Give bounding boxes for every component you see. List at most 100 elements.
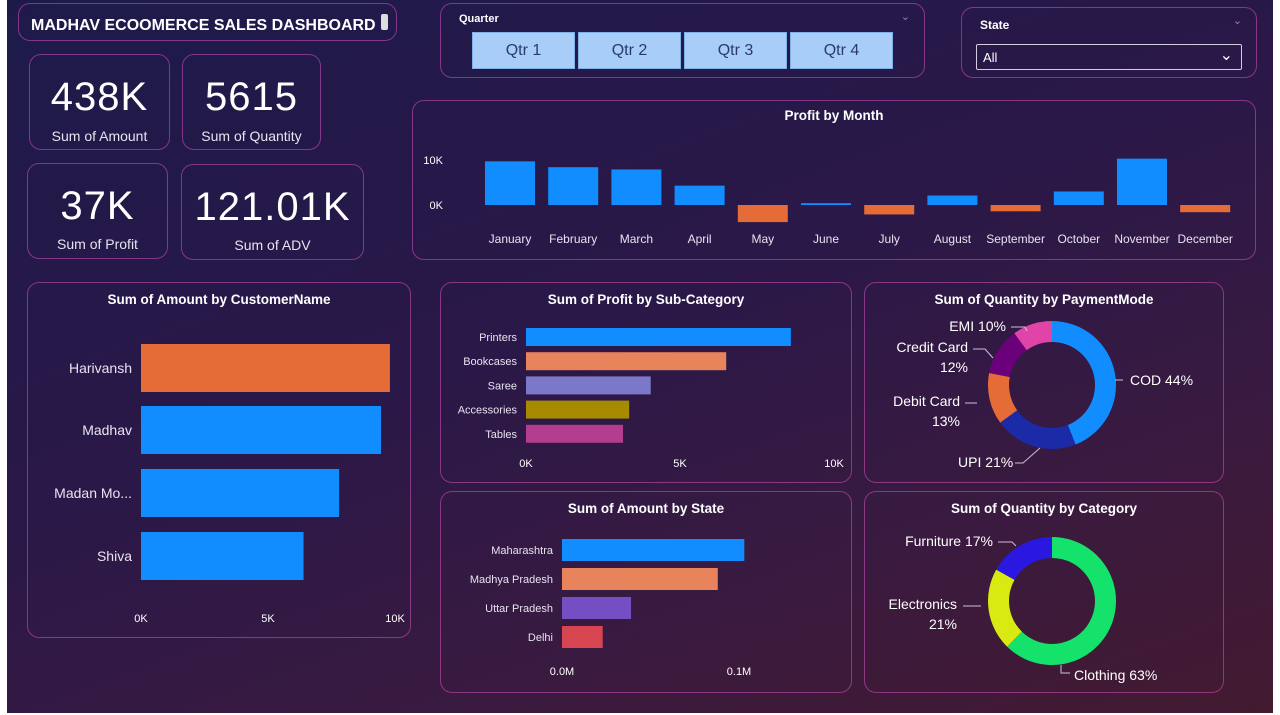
quarter-option-qtr3[interactable]: Qtr 3 — [684, 32, 787, 69]
x-tick-label: December — [1178, 232, 1233, 246]
category-label: Harivansh — [69, 360, 132, 376]
category-label: Accessories — [458, 405, 518, 417]
bar-state — [562, 539, 745, 561]
slice-label: Debit Card — [893, 393, 960, 409]
state-slicer: State ⌄ All ⌄ — [961, 7, 1257, 78]
x-tick-label: September — [986, 232, 1045, 246]
y-tick-label: 0K — [430, 200, 444, 212]
bar-state — [562, 597, 632, 619]
slice-label: 13% — [932, 413, 960, 429]
slice-label: Furniture 17% — [905, 533, 993, 549]
bar-january — [485, 161, 535, 205]
bar-customer — [141, 406, 382, 454]
slice-label: Electronics — [889, 596, 957, 612]
x-tick-label: 0K — [134, 613, 148, 625]
quantity-by-category-svg: Clothing 63% Electronics 21% Furniture 17% — [889, 533, 1158, 683]
category-label: Printers — [479, 332, 517, 344]
category-label: Tables — [485, 429, 517, 441]
kpi-value: 5615 — [205, 75, 298, 119]
chart-amount-by-state: Sum of Amount by State Maharashtra Madhya… — [440, 491, 852, 693]
bar-subcategory — [526, 376, 651, 395]
bar-august — [927, 195, 978, 205]
bar-july — [864, 205, 915, 215]
slice-furniture — [996, 537, 1052, 580]
bar-june — [801, 203, 851, 205]
slice-cod — [1052, 321, 1116, 445]
x-tick-label: March — [620, 232, 653, 246]
dashboard-canvas: MADHAV ECOOMERCE SALES DASHBOARD 438K Su… — [7, 0, 1273, 713]
kpi-label: Sum of Quantity — [201, 128, 302, 144]
bar-may — [737, 205, 788, 223]
bar-march — [611, 169, 662, 205]
kpi-card-profit: 37K Sum of Profit — [27, 163, 168, 259]
y-tick-label: 10K — [423, 155, 443, 167]
kpi-label: Sum of Profit — [57, 236, 138, 252]
state-dropdown[interactable]: All ⌄ — [976, 44, 1242, 70]
x-tick-label: 10K — [824, 458, 844, 470]
x-tick-label: 5K — [673, 458, 687, 470]
x-tick-label: June — [813, 232, 839, 246]
amount-by-customer-svg: Harivansh Madhav Madan Mo... Shiva 0K 5K 10K — [54, 344, 405, 625]
state-dropdown-value: All — [983, 50, 998, 65]
category-label: Madan Mo... — [54, 485, 132, 501]
chevron-down-icon[interactable]: ⌄ — [1233, 14, 1242, 27]
dashboard-title-box: MADHAV ECOOMERCE SALES DASHBOARD — [18, 3, 397, 41]
slice-electronics — [988, 569, 1022, 647]
bookmark-icon[interactable] — [381, 14, 388, 30]
x-tick-label: January — [489, 232, 532, 246]
category-label: Delhi — [528, 632, 553, 644]
kpi-card-adv: 121.01K Sum of ADV — [181, 164, 364, 260]
quarter-option-qtr2[interactable]: Qtr 2 — [578, 32, 681, 69]
bar-november — [1117, 158, 1167, 205]
quarter-option-qtr1[interactable]: Qtr 1 — [472, 32, 575, 69]
profit-by-month-svg: 10K 0K January February March April May June Jul… — [423, 155, 1233, 246]
quarter-slicer: Quarter ⌄ Qtr 1 Qtr 2 Qtr 3 Qtr 4 — [440, 3, 925, 78]
kpi-card-quantity: 5615 Sum of Quantity — [182, 54, 321, 150]
quantity-by-paymentmode-svg: COD 44% UPI 21% Debit Card 13% Credit Card 12… — [893, 318, 1193, 470]
slice-label: Clothing 63% — [1074, 667, 1157, 683]
category-label: Shiva — [97, 548, 132, 564]
kpi-card-amount: 438K Sum of Amount — [29, 54, 170, 150]
slice-label: 21% — [929, 616, 957, 632]
state-slicer-label: State — [980, 18, 1010, 32]
chart-profit-by-month: Profit by Month 10K 0K January February Marc… — [412, 100, 1256, 260]
chart-quantity-by-category: Sum of Quantity by Category Clothing 63%… — [864, 491, 1224, 693]
slice-label: COD 44% — [1130, 372, 1193, 388]
bar-customer — [141, 532, 304, 580]
slice-label: Credit Card — [896, 339, 968, 355]
category-label: Madhya Pradesh — [470, 574, 553, 586]
kpi-label: Sum of ADV — [234, 237, 311, 253]
quarter-option-qtr4[interactable]: Qtr 4 — [790, 32, 893, 69]
slice-label: 12% — [940, 359, 968, 375]
x-tick-label: May — [751, 232, 774, 246]
bar-state — [562, 626, 603, 648]
bar-september — [990, 205, 1041, 212]
x-tick-label: 0.0M — [550, 666, 574, 678]
category-label: Saree — [488, 380, 517, 392]
leader-line — [1015, 447, 1041, 464]
bar-subcategory — [526, 400, 630, 419]
category-label: Maharashtra — [491, 545, 554, 557]
bar-february — [548, 167, 599, 205]
bar-october — [1053, 191, 1104, 205]
dropdown-arrow-icon[interactable]: ⌄ — [1220, 45, 1233, 65]
x-tick-label: April — [688, 232, 712, 246]
x-tick-label: 0.1M — [727, 666, 751, 678]
x-tick-label: July — [879, 232, 900, 246]
dashboard-title: MADHAV ECOOMERCE SALES DASHBOARD — [31, 17, 376, 34]
x-tick-label: 5K — [261, 613, 275, 625]
leader-line — [973, 348, 994, 359]
slice-label: UPI 21% — [958, 454, 1013, 470]
kpi-value: 438K — [50, 75, 149, 119]
bar-april — [674, 185, 725, 205]
bar-customer — [141, 469, 340, 517]
x-tick-label: August — [934, 232, 972, 246]
x-tick-label: November — [1114, 232, 1169, 246]
chevron-down-icon[interactable]: ⌄ — [901, 10, 910, 23]
x-tick-label: 0K — [519, 458, 533, 470]
category-label: Madhav — [82, 422, 132, 438]
bar-subcategory — [526, 328, 791, 346]
bar-subcategory — [526, 352, 727, 371]
x-tick-label: October — [1057, 232, 1100, 246]
slice-upi — [1000, 410, 1076, 449]
